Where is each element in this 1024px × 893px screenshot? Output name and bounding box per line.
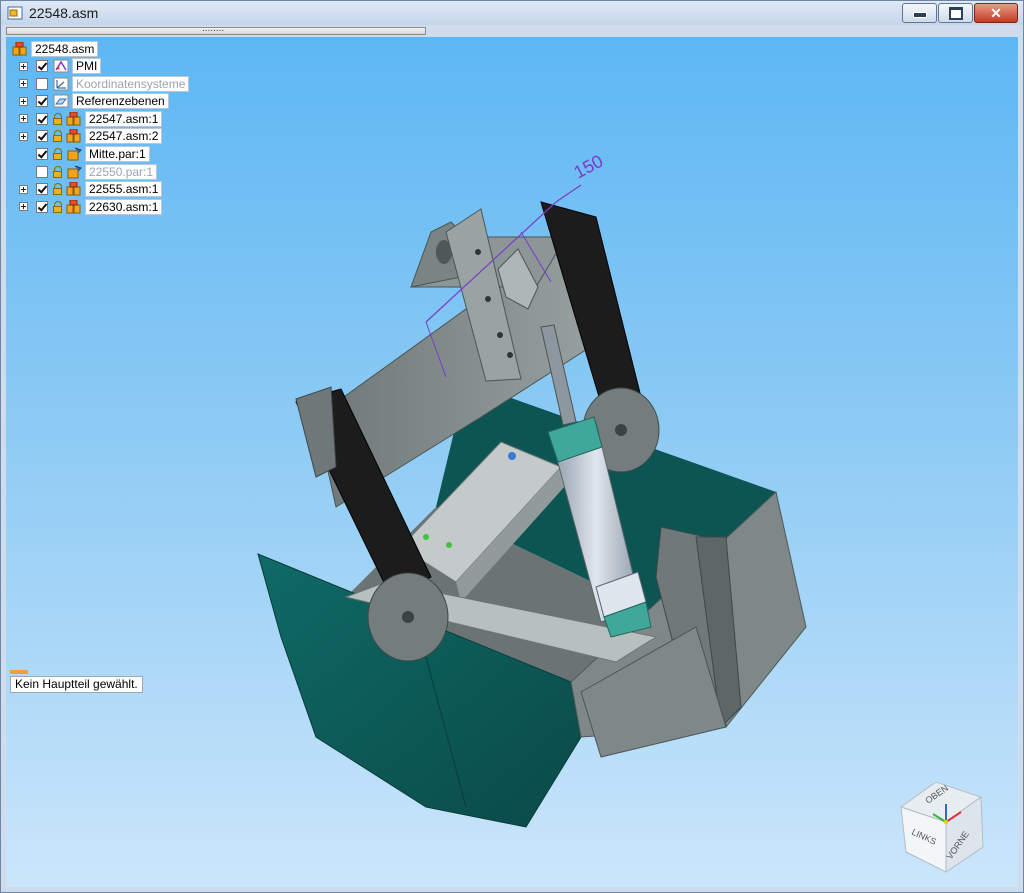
- assembly-icon: [66, 129, 81, 143]
- tree-item[interactable]: Koordinatensysteme: [19, 75, 190, 92]
- left-arm-plate: [295, 386, 337, 478]
- bolt: [497, 332, 503, 338]
- tree-item-label[interactable]: 22555.asm:1: [85, 181, 163, 198]
- minimize-icon: [912, 12, 927, 18]
- maximize-icon: [948, 6, 963, 20]
- visibility-checkbox[interactable]: [36, 77, 48, 90]
- pmi-icon: [53, 59, 69, 73]
- disc-hole: [402, 611, 414, 623]
- visibility-checkbox[interactable]: [36, 60, 48, 72]
- assembly-icon: [12, 42, 27, 56]
- visibility-checkbox[interactable]: [36, 148, 48, 160]
- tree-item-label[interactable]: Koordinatensysteme: [72, 75, 190, 92]
- tree-item-label[interactable]: Mitte.par:1: [85, 146, 150, 162]
- bolt: [475, 249, 481, 255]
- maximize-button[interactable]: [938, 3, 973, 23]
- visibility-checkbox[interactable]: [36, 183, 48, 196]
- tree-item[interactable]: 22547.asm:2: [19, 128, 163, 145]
- lock-icon: [53, 148, 63, 160]
- close-button[interactable]: ✕: [974, 3, 1018, 23]
- tree-item-label[interactable]: 22547.asm:1: [85, 110, 163, 127]
- expand-icon[interactable]: [19, 131, 28, 141]
- tree-item-label[interactable]: 22630.asm:1: [85, 198, 163, 215]
- visibility-checkbox[interactable]: [36, 130, 48, 143]
- bolt: [485, 296, 491, 302]
- assembly-model[interactable]: 150 OBEN LINKS VORNE: [6, 37, 1018, 887]
- expand-icon[interactable]: [19, 184, 28, 194]
- dimension-value[interactable]: 150: [570, 151, 606, 183]
- graphics-viewport[interactable]: 150 OBEN LINKS VORNE: [6, 37, 1018, 887]
- coordinate-system-icon: [53, 77, 69, 91]
- tree-item[interactable]: Mitte.par:1: [19, 146, 150, 162]
- visibility-checkbox[interactable]: [36, 112, 48, 125]
- status-indicator: [10, 670, 28, 674]
- close-icon: ✕: [990, 4, 1002, 21]
- reference-plane-icon: [53, 94, 69, 108]
- status-message: Kein Hauptteil gewählt.: [10, 676, 143, 693]
- tree-item[interactable]: 22550.par:1: [19, 163, 158, 180]
- tree-root[interactable]: 22548.asm: [12, 41, 99, 57]
- lock-icon: [53, 200, 63, 213]
- expand-icon[interactable]: [19, 114, 28, 124]
- title-bar[interactable]: 22548.asm ✕: [1, 1, 1023, 25]
- tree-splitter-handle[interactable]: ........: [6, 23, 426, 35]
- app-icon: [7, 6, 23, 20]
- tree-item[interactable]: 22547.asm:1: [19, 110, 163, 127]
- tree-item-label[interactable]: 22550.par:1: [85, 163, 158, 180]
- visibility-checkbox[interactable]: [36, 165, 48, 178]
- tree-item-label[interactable]: 22547.asm:2: [85, 128, 163, 145]
- window-title: 22548.asm: [29, 5, 99, 21]
- disc-hole: [615, 424, 627, 436]
- tree-item-label[interactable]: Referenzebenen: [72, 93, 169, 110]
- expand-icon[interactable]: [19, 96, 28, 106]
- application-window: 22548.asm ✕ 150 OBEN LINKS VORNE .......…: [0, 0, 1024, 893]
- grip-icon: ........: [202, 23, 225, 34]
- tree-item[interactable]: PMI: [19, 58, 102, 74]
- assembly-icon: [66, 182, 81, 196]
- lock-icon: [53, 165, 63, 178]
- part-icon: [67, 165, 82, 179]
- expand-icon[interactable]: [19, 79, 28, 89]
- marker-point: [508, 452, 516, 460]
- part-icon: [67, 147, 82, 161]
- assembly-icon: [66, 111, 81, 126]
- view-cube[interactable]: OBEN LINKS VORNE: [899, 781, 984, 873]
- expand-icon[interactable]: [19, 61, 28, 71]
- bolt: [507, 352, 513, 358]
- tree-item[interactable]: Referenzebenen: [19, 93, 169, 110]
- assembly-icon: [66, 199, 81, 214]
- lock-icon: [53, 183, 63, 196]
- tree-item[interactable]: 22555.asm:1: [19, 181, 163, 198]
- lock-icon: [53, 112, 63, 125]
- expand-icon[interactable]: [19, 202, 28, 212]
- axis-origin: [944, 820, 948, 824]
- minimize-button[interactable]: [902, 3, 937, 23]
- visibility-checkbox[interactable]: [36, 95, 48, 108]
- tree-item[interactable]: 22630.asm:1: [19, 198, 163, 215]
- visibility-checkbox[interactable]: [36, 200, 48, 213]
- tree-root-label[interactable]: 22548.asm: [31, 41, 99, 57]
- tree-item-label[interactable]: PMI: [72, 58, 102, 74]
- lock-icon: [53, 130, 63, 143]
- marker-point: [423, 534, 429, 540]
- marker-point: [446, 542, 452, 548]
